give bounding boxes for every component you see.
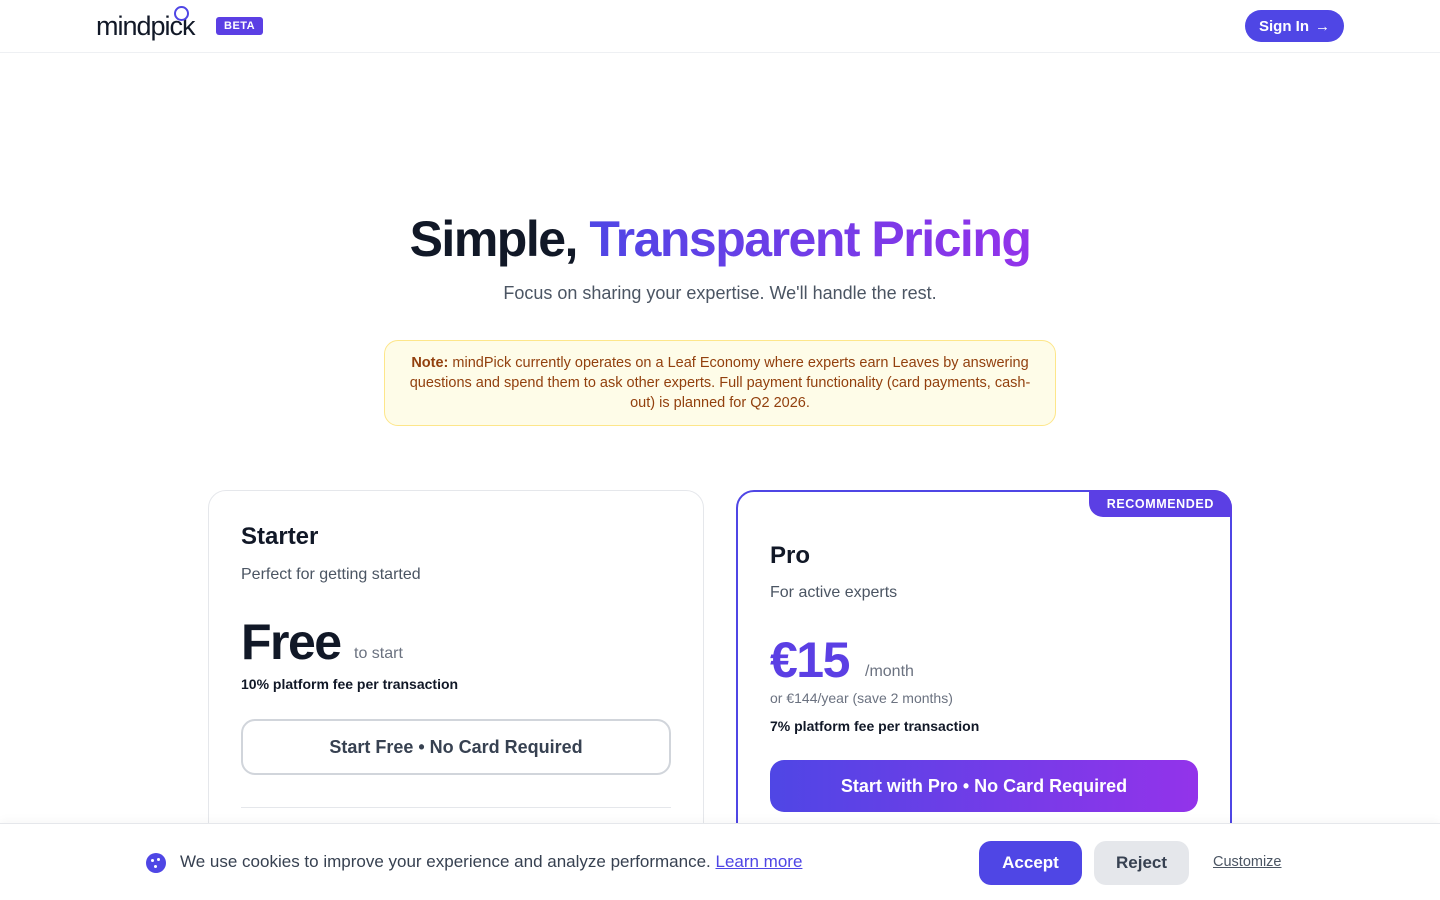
start-pro-button[interactable]: Start with Pro • No Card Required xyxy=(770,760,1198,812)
page-subtitle: Focus on sharing your expertise. We'll h… xyxy=(503,283,937,303)
cookie-message: We use cookies to improve your experienc… xyxy=(180,852,802,872)
customize-cookies-link[interactable]: Customize xyxy=(1213,854,1282,870)
learn-more-link[interactable]: Learn more xyxy=(715,852,802,871)
cookie-banner: We use cookies to improve your experienc… xyxy=(0,823,1440,900)
plan-description: For active experts xyxy=(770,584,898,601)
cookie-icon xyxy=(146,853,166,873)
logo[interactable]: mindpick xyxy=(96,6,196,44)
note-text: mindPick currently operates on a Leaf Ec… xyxy=(409,355,1031,411)
plan-price-suffix: /month xyxy=(865,663,914,680)
plan-name: Pro xyxy=(770,542,811,569)
plan-name: Starter xyxy=(241,523,319,550)
recommended-badge: RECOMMENDED xyxy=(1088,490,1232,517)
plan-fee: 10% platform fee per transaction xyxy=(241,676,459,692)
plan-fee: 7% platform fee per transaction xyxy=(770,718,980,734)
arrow-right-icon: → xyxy=(1315,17,1330,35)
start-free-button[interactable]: Start Free • No Card Required xyxy=(241,719,671,775)
reject-cookies-button[interactable]: Reject xyxy=(1094,841,1189,885)
site-header: mindpick BETA Sign In → xyxy=(0,0,1440,53)
card-divider xyxy=(241,807,671,808)
plan-price-suffix: to start xyxy=(354,645,403,662)
title-accent: Transparent Pricing xyxy=(589,211,1032,267)
sign-in-button[interactable]: Sign In → xyxy=(1245,10,1344,42)
plan-description: Perfect for getting started xyxy=(241,566,421,583)
leaf-economy-note: Note: mindPick currently operates on a L… xyxy=(384,340,1056,426)
beta-badge: BETA xyxy=(216,17,264,35)
cookie-text: We use cookies to improve your experienc… xyxy=(180,852,711,871)
plan-price: €15 xyxy=(770,632,850,688)
page-title: Simple, Transparent Pricing xyxy=(0,210,1440,268)
sign-in-label: Sign In xyxy=(1259,17,1309,35)
logo-dot-icon xyxy=(174,6,189,21)
plan-price-annual: or €144/year (save 2 months) xyxy=(770,690,953,706)
accept-cookies-button[interactable]: Accept xyxy=(979,841,1082,885)
title-plain: Simple, xyxy=(409,211,579,267)
note-label: Note: xyxy=(411,355,449,371)
plan-price: Free xyxy=(241,614,342,670)
